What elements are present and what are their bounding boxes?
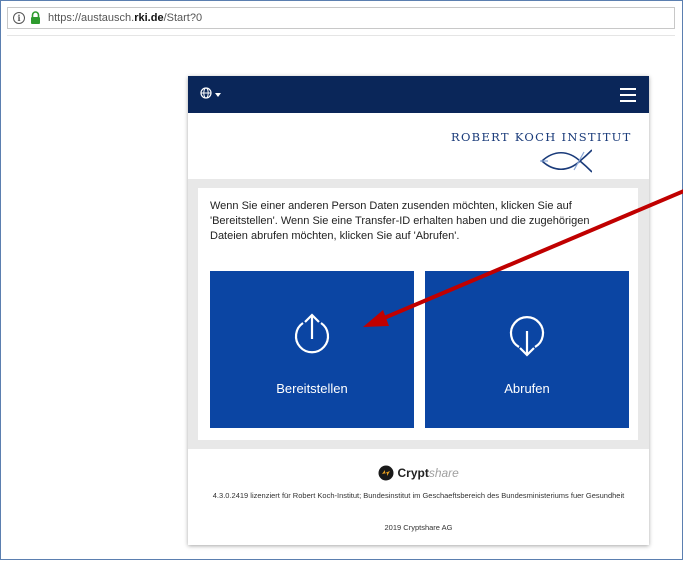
footer: Cryptshare 4.3.0.2419 lizenziert für Rob… <box>188 449 649 545</box>
cryptshare-logo-icon <box>378 465 394 481</box>
bereitstellen-label: Bereitstellen <box>276 381 348 396</box>
main-content: Wenn Sie einer anderen Person Daten zuse… <box>188 179 649 449</box>
toolbar-divider <box>7 35 675 36</box>
top-navbar <box>188 76 649 113</box>
url-text[interactable]: https://austausch.rki.de/Start?0 <box>48 12 202 24</box>
abrufen-button[interactable]: Abrufen <box>425 271 629 428</box>
info-icon[interactable]: i <box>13 12 25 24</box>
hamburger-menu-icon[interactable] <box>620 88 636 106</box>
logo-area: ROBERT KOCH INSTITUT <box>188 113 649 179</box>
globe-icon[interactable] <box>200 87 212 99</box>
address-bar[interactable]: i https://austausch.rki.de/Start?0 <box>7 7 675 29</box>
url-scheme: https://austausch. <box>48 12 135 24</box>
bereitstellen-button[interactable]: Bereitstellen <box>210 271 414 428</box>
license-text: 4.3.0.2419 lizenziert für Robert Koch-In… <box>212 491 625 500</box>
lock-icon <box>31 11 40 24</box>
abrufen-label: Abrufen <box>504 381 550 396</box>
url-host: rki.de <box>134 12 164 24</box>
brand-suffix: share <box>428 466 459 480</box>
intro-text: Wenn Sie einer anderen Person Daten zuse… <box>210 200 590 242</box>
browser-window: i https://austausch.rki.de/Start?0 ROBER… <box>0 0 683 560</box>
url-path: /Start?0 <box>163 12 203 24</box>
chevron-down-icon[interactable] <box>215 93 221 97</box>
upload-icon <box>294 313 330 354</box>
cryptshare-card: ROBERT KOCH INSTITUT Wenn Sie einer ande… <box>188 76 649 545</box>
download-icon <box>509 316 545 357</box>
copyright-text: 2019 Cryptshare AG <box>384 523 453 532</box>
action-panel: Wenn Sie einer anderen Person Daten zuse… <box>198 188 638 440</box>
cryptshare-logo: Cryptshare <box>188 465 649 481</box>
rki-logo-icon <box>540 149 592 173</box>
brand-name: Crypt <box>397 466 429 480</box>
rki-logo-text: ROBERT KOCH INSTITUT <box>451 130 632 144</box>
